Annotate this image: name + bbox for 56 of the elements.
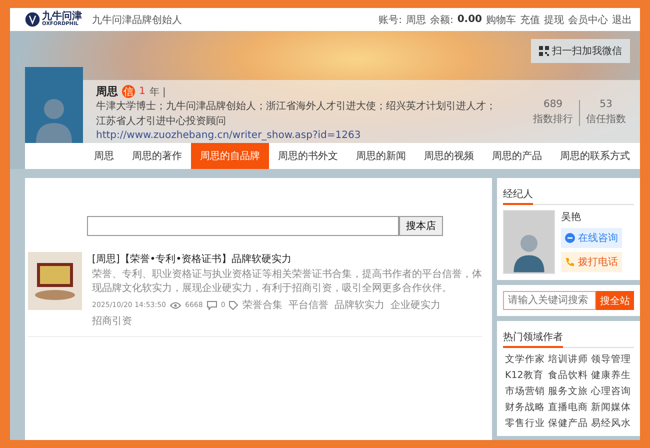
author-category-link[interactable]: 文学作家 <box>505 353 545 366</box>
site-search-field[interactable]: 请输入关键词搜索 <box>503 291 596 310</box>
article-tag-link[interactable]: 平台信誉 <box>288 298 328 312</box>
article-title-link[interactable]: [周思]【荣誉•专利•资格证书】品牌软硬实力 <box>92 252 482 266</box>
stat-label: 指数排行 <box>533 112 573 126</box>
top-link[interactable]: 购物车 <box>486 12 516 26</box>
years-unit: 年 | <box>149 86 166 98</box>
agent-heading: 经纪人 <box>503 185 533 205</box>
agent-name: 吴艳 <box>561 211 582 224</box>
article-summary: 荣誉、专利、职业资格证与执业资格证等相关荣誉证书合集，提高书作者的平台信誉，体现品牌文化软实力，展现企业硬实力，有利于招商引资，吸引全网更多合作伙伴。 <box>92 268 482 296</box>
author-category-link[interactable]: 市场营销 <box>505 385 545 398</box>
author-category-link[interactable]: 新闻媒体 <box>591 401 631 414</box>
author-category-link[interactable]: 财务战略 <box>505 401 545 414</box>
profile-url-link[interactable]: http://www.zuozhebang.cn/writer_show.asp?id=1263 <box>96 130 527 141</box>
author-category-link[interactable]: 保健产品 <box>548 417 588 430</box>
nav-tab[interactable]: 周思的联系方式 <box>551 143 639 169</box>
top-link[interactable]: 会员中心 <box>568 12 608 26</box>
balance-value: 0.00 <box>457 14 482 25</box>
article-tag-link[interactable]: 招商引资 <box>92 314 132 328</box>
top-link[interactable]: 退出 <box>612 12 632 26</box>
stat-label: 信任指数 <box>586 112 626 126</box>
hot-authors-heading: 热门领域作者 <box>503 328 563 348</box>
top-link[interactable]: 提现 <box>544 12 564 26</box>
article-tag-link[interactable]: 品牌软实力 <box>334 298 384 312</box>
author-category-link[interactable]: 服务文旅 <box>548 385 588 398</box>
nav-tab[interactable]: 周思的视频 <box>415 143 483 169</box>
author-category-link[interactable]: 领导管理 <box>591 353 631 366</box>
author-category-link[interactable]: 食品饮料 <box>548 369 588 382</box>
logo-title: 九牛问津 <box>42 12 82 22</box>
tagline: 九牛问津品牌创始人 <box>92 14 182 26</box>
author-category-link[interactable]: 心理咨询 <box>591 385 631 398</box>
author-category-link[interactable]: K12教育 <box>505 369 545 382</box>
author-category-link[interactable]: 培训讲师 <box>548 353 588 366</box>
profile-bio: 牛津大学博士；九牛问津品牌创始人；浙江省海外人才引进大使；绍兴英才计划引进人才；江苏省人才引进中心投资顾问 <box>96 100 496 128</box>
author-category-link[interactable]: 直播电商 <box>548 401 588 414</box>
account-name-link[interactable]: 周思 <box>406 12 426 26</box>
nav-tab[interactable]: 周思的书外文 <box>269 143 347 169</box>
author-category-link[interactable]: 易经风水 <box>591 417 631 430</box>
credit-badge: 信 <box>122 85 135 98</box>
stat-value: 689 <box>543 99 563 110</box>
wechat-qr-button[interactable]: 扫一扫加我微信 <box>531 39 630 63</box>
nav-tab[interactable]: 周思的著作 <box>123 143 191 169</box>
balance-label: 余额: <box>430 14 454 26</box>
nav-tab[interactable]: 周思的新闻 <box>347 143 415 169</box>
profile-name: 周思 <box>96 84 118 99</box>
author-category-link[interactable]: 健康养生 <box>591 369 631 382</box>
article-tag-link[interactable]: 企业硬实力 <box>390 298 440 312</box>
years-count: 1 <box>139 86 146 97</box>
nav-tab[interactable]: 周思的产品 <box>483 143 551 169</box>
account-label: 账号: <box>378 14 402 26</box>
nav-tab[interactable]: 周思 <box>85 143 123 169</box>
stat-value: 53 <box>600 99 612 110</box>
top-link[interactable]: 充值 <box>520 12 540 26</box>
author-category-link[interactable]: 零售行业 <box>505 417 545 430</box>
article-tag-link[interactable]: 荣誉合集 <box>242 298 282 312</box>
shop-search-button[interactable]: 搜本店 <box>399 216 443 236</box>
